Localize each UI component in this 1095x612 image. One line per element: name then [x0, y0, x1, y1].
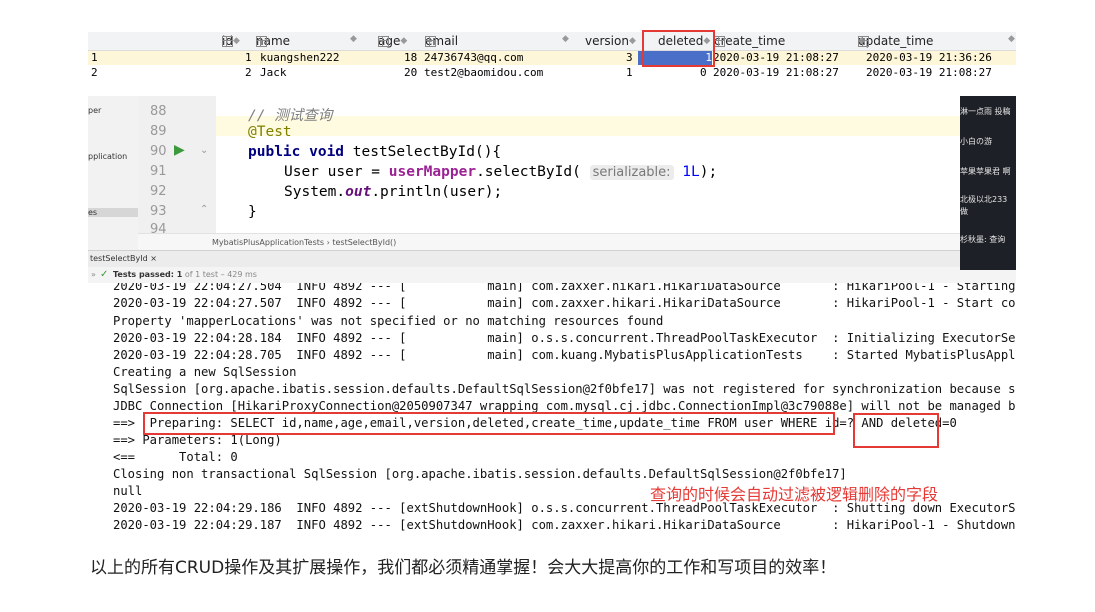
column-icon: [256, 36, 267, 47]
editor-gutter: 88 89 90 91 92 93 94 💡 ▶ ⌄ ⌃: [138, 96, 232, 237]
code-editor[interactable]: // 测试查询 @Test public void testSelectById…: [216, 96, 960, 233]
tab-test-select-by-id[interactable]: testSelectById ×: [90, 254, 157, 263]
test-status-bar: » ✓ Tests passed: 1 of 1 test – 429 ms: [88, 267, 1016, 283]
breadcrumb[interactable]: MybatisPlusApplicationTests › testSelect…: [138, 233, 960, 251]
column-header-create-time[interactable]: create_time: [714, 34, 785, 48]
table-header: id ◆ name ◆ age ◆ email ◆ version ◆ dele…: [88, 32, 1016, 51]
table-row[interactable]: 1 1 kuangshen222 18 24736743@qq.com 3 1 …: [88, 51, 1016, 65]
fold-icon[interactable]: ⌃: [200, 204, 208, 215]
column-icon: [425, 36, 436, 47]
key-icon: [222, 36, 233, 47]
column-icon: [378, 36, 389, 47]
annotation-caption: 查询的时候会自动过滤被逻辑删除的字段: [650, 485, 939, 504]
sort-icon[interactable]: ◆: [562, 34, 569, 44]
run-test-icon[interactable]: ▶: [174, 142, 185, 158]
check-icon: ✓: [100, 269, 109, 280]
project-panel[interactable]: per pplication es: [88, 96, 139, 258]
sql-highlight-box: [143, 412, 835, 435]
parameter-hint: serializable:: [589, 165, 674, 180]
column-icon: [858, 36, 869, 47]
article-paragraph: 以上的所有CRUD操作及其扩展操作，我们都必须精通掌握！会大大提高你的工作和写项…: [90, 558, 837, 578]
column-header-id[interactable]: id ◆: [222, 34, 240, 48]
fold-icon[interactable]: ⌄: [200, 145, 208, 156]
deleted-column-highlight: [642, 30, 715, 67]
column-header-email[interactable]: email: [425, 34, 458, 48]
column-header-version[interactable]: version ◆: [585, 34, 636, 48]
column-header-update-time[interactable]: ◆ update_time: [858, 34, 933, 48]
run-tab-bar[interactable]: testSelectById ×: [88, 250, 1016, 268]
sort-icon[interactable]: ◆: [350, 34, 357, 44]
deleted-condition-highlight: [853, 413, 939, 448]
db-result-table: id ◆ name ◆ age ◆ email ◆ version ◆ dele…: [88, 32, 1016, 82]
expand-icon[interactable]: »: [91, 270, 96, 279]
table-row[interactable]: 2 2 Jack 20 test2@baomidou.com 1 0 2020-…: [88, 66, 1016, 80]
column-header-age[interactable]: age ◆: [378, 34, 407, 48]
column-icon: [714, 36, 725, 47]
column-header-name[interactable]: name: [256, 34, 290, 48]
comment-overlay-panel[interactable]: 淋一点雨 投稿 小白の游 苹果苹果君 啊 北极以北233 做 杉秋墨: 查询: [960, 96, 1016, 270]
